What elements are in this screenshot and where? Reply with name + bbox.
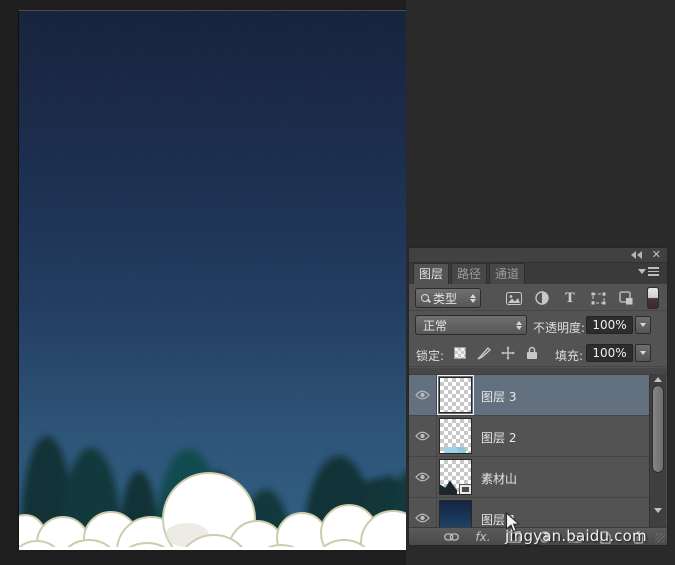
layers-list: 图层 3 图层 2 素材山 (409, 375, 667, 527)
panel-menu-icon[interactable] (638, 267, 659, 276)
lock-label: 锁定: (416, 347, 444, 364)
filter-on-off-toggle[interactable] (647, 287, 659, 309)
mouse-cursor-icon (505, 512, 521, 533)
layer-row-mountain[interactable]: 素材山 (409, 457, 649, 498)
layer-thumbnail[interactable] (439, 377, 472, 413)
tab-layers[interactable]: 图层 (413, 263, 449, 284)
layer-thumbnail[interactable] (439, 459, 472, 495)
noise-texture (19, 11, 406, 550)
filter-kind-label: 类型 (433, 290, 457, 307)
smart-object-badge-icon (459, 484, 472, 495)
layer-row-1[interactable]: 图层 1 (409, 498, 649, 527)
visibility-toggle[interactable] (409, 457, 437, 497)
layer-name[interactable]: 图层 3 (481, 388, 516, 405)
opacity-value-field[interactable]: 100% (586, 316, 633, 334)
dropdown-arrows-icon (516, 321, 522, 330)
filter-shape-layers-button[interactable] (589, 289, 607, 307)
blend-mode-dropdown[interactable]: 正常 (415, 315, 527, 335)
panel-resize-grip[interactable] (655, 533, 665, 543)
panel-body: 类型 T (409, 284, 667, 545)
layer-row-3[interactable]: 图层 3 (409, 375, 649, 416)
night-sky-scene (19, 11, 406, 550)
panel-tab-strip: 图层 路径 通道 (409, 263, 667, 284)
search-icon (421, 294, 430, 303)
scroll-up-icon[interactable] (654, 377, 662, 382)
layer-thumbnail[interactable] (439, 500, 472, 527)
layer-row-2[interactable]: 图层 2 (409, 416, 649, 457)
dropdown-arrows-icon (470, 294, 476, 303)
thumbnail-cloud-content (444, 447, 466, 453)
filter-type-layers-button[interactable]: T (561, 289, 579, 307)
filter-pixel-layers-button[interactable] (505, 289, 523, 307)
photoshop-workspace: ✕ 图层 路径 通道 类型 (0, 0, 675, 565)
fill-value-field[interactable]: 100% (586, 344, 633, 362)
filter-smart-objects-button[interactable] (617, 289, 635, 307)
filter-kind-dropdown[interactable]: 类型 (415, 288, 481, 308)
visibility-toggle[interactable] (409, 375, 437, 415)
lock-position-move-button[interactable] (499, 344, 517, 362)
visibility-toggle[interactable] (409, 416, 437, 456)
eye-icon (415, 513, 430, 523)
layer-name[interactable]: 图层 2 (481, 429, 516, 446)
layers-panel: ✕ 图层 路径 通道 类型 (408, 247, 668, 546)
eye-icon (415, 431, 430, 441)
eye-icon (415, 390, 430, 400)
fill-label: 填充: (555, 347, 583, 364)
eye-icon (415, 472, 430, 482)
layer-style-button[interactable]: fx. (473, 529, 493, 545)
panel-title-bar[interactable]: ✕ (409, 248, 667, 263)
scroll-down-icon[interactable] (654, 508, 662, 513)
opacity-label: 不透明度: (533, 319, 585, 336)
lock-all-button[interactable] (523, 344, 541, 362)
filter-row: 类型 T (409, 285, 667, 311)
scrollbar-thumb[interactable] (652, 385, 664, 473)
visibility-toggle[interactable] (409, 498, 437, 527)
blend-mode-value: 正常 (423, 317, 447, 334)
thumbnail-mountain-content (439, 479, 457, 495)
blend-row: 正常 不透明度: 100% (409, 311, 667, 339)
tab-channels[interactable]: 通道 (489, 263, 525, 284)
lock-transparency-button[interactable] (451, 344, 469, 362)
lock-pixels-brush-button[interactable] (475, 344, 493, 362)
fill-dropdown-arrow[interactable] (635, 344, 651, 362)
lock-row: 锁定: 填充: 100% (409, 339, 667, 367)
layer-name[interactable]: 素材山 (481, 470, 517, 487)
list-divider (409, 368, 667, 375)
watermark-text: jingyan.baidu.com (505, 527, 647, 545)
layer-thumbnail[interactable] (439, 418, 472, 454)
filter-adjustment-layers-button[interactable] (533, 289, 551, 307)
link-layers-button[interactable] (441, 529, 461, 545)
tab-paths[interactable]: 路径 (451, 263, 487, 284)
opacity-dropdown-arrow[interactable] (635, 316, 651, 334)
layers-scrollbar[interactable] (649, 375, 666, 527)
collapse-to-icons-icon[interactable] (631, 251, 642, 259)
close-icon[interactable]: ✕ (652, 250, 661, 260)
document-canvas[interactable] (18, 10, 406, 550)
